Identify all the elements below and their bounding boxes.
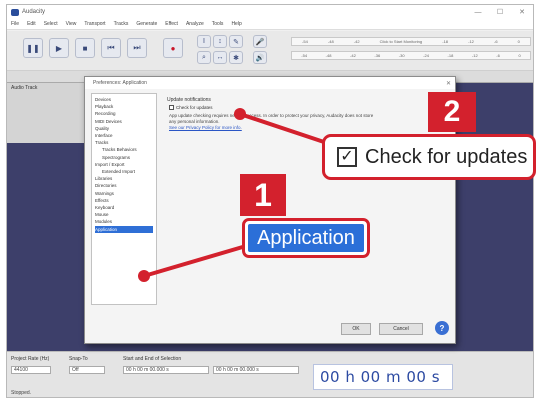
- zoomed-check-label: Check for updates: [365, 145, 528, 168]
- timeshift-tool-icon[interactable]: ↔: [213, 51, 227, 64]
- menu-bar: File Edit Select View Transport Tracks G…: [7, 19, 533, 30]
- tree-item-mouse[interactable]: Mouse: [95, 211, 153, 218]
- application-panel: Update notifications Check for updates A…: [163, 93, 451, 305]
- menu-edit[interactable]: Edit: [27, 21, 36, 27]
- privacy-description: App update checking requires network acc…: [169, 113, 379, 131]
- tree-item-spectrograms[interactable]: Spectrograms: [95, 154, 153, 161]
- selection-end-value: 00 h 00 m 00.000 s: [216, 367, 259, 373]
- menu-view[interactable]: View: [66, 21, 77, 27]
- tree-item-keyboard[interactable]: Keyboard: [95, 204, 153, 211]
- record-button[interactable]: ●: [163, 38, 183, 58]
- snap-to-value: Off: [72, 367, 79, 373]
- skip-start-button[interactable]: ⏮: [101, 38, 121, 58]
- update-notifications-group: Update notifications: [167, 97, 211, 103]
- tree-item-directories[interactable]: Directories: [95, 182, 153, 189]
- playback-meter[interactable]: -54 -48 -42 -36 -30 -24 -18 -12 -6 0: [291, 51, 531, 60]
- menu-file[interactable]: File: [11, 21, 19, 27]
- envelope-tool-icon[interactable]: ↕: [213, 35, 227, 48]
- tree-item-playback[interactable]: Playback: [95, 103, 153, 110]
- status-bar: Stopped.: [11, 390, 32, 396]
- menu-analyze[interactable]: Analyze: [186, 21, 204, 27]
- transport-toolbar: ❚❚ ▶ ■ ⏮ ⏭ ● I ↕ ✎ ⌕ ↔ ✱ 🎤 🔊 -54 -48 -42 Cl…: [7, 31, 533, 71]
- check-for-updates-label: Check for updates: [176, 105, 213, 110]
- record-meter[interactable]: -54 -48 -42 Click to Start Monitoring -18 -12…: [291, 37, 531, 46]
- audio-position-display[interactable]: 00 h 00 m 00 s: [313, 364, 453, 390]
- menu-tools[interactable]: Tools: [212, 21, 224, 27]
- tree-item-import-export[interactable]: Import / Export: [95, 161, 153, 168]
- project-rate-select[interactable]: 44100: [11, 366, 51, 374]
- title-bar: Audacity: [7, 5, 533, 19]
- privacy-text: App update checking requires network acc…: [169, 113, 374, 124]
- microphone-icon: 🎤: [253, 35, 267, 48]
- maximize-icon[interactable]: ☐: [489, 5, 511, 19]
- track-name: Audio Track: [11, 85, 38, 91]
- snap-to-select[interactable]: Off: [69, 366, 105, 374]
- play-button[interactable]: ▶: [49, 38, 69, 58]
- checkbox-icon[interactable]: [169, 105, 174, 110]
- speaker-icon: 🔊: [253, 51, 267, 64]
- checkmark-icon: ✓: [337, 147, 357, 167]
- zoom-tool-icon[interactable]: ⌕: [197, 51, 211, 64]
- selection-start-value: 00 h 00 m 00.000 s: [126, 367, 169, 373]
- zoomed-application-label: Application: [248, 224, 364, 252]
- menu-transport[interactable]: Transport: [84, 21, 105, 27]
- audio-position-value: 00 h 00 m 00 s: [320, 368, 441, 386]
- project-rate-label: Project Rate (Hz): [11, 356, 50, 362]
- check-for-updates-checkbox[interactable]: Check for updates: [169, 105, 213, 110]
- selection-toolbar: Project Rate (Hz) 44100 Snap-To Off Star…: [7, 351, 533, 397]
- zoomed-application-item: Application: [242, 218, 370, 258]
- tree-item-application[interactable]: Application: [95, 225, 153, 233]
- minimize-icon[interactable]: —: [467, 5, 489, 19]
- zoomed-check-for-updates: ✓ Check for updates: [322, 134, 536, 180]
- track-header[interactable]: Audio Track: [7, 83, 95, 143]
- tree-item-libraries[interactable]: Libraries: [95, 175, 153, 182]
- menu-generate[interactable]: Generate: [136, 21, 157, 27]
- tree-item-recording[interactable]: Recording: [95, 110, 153, 117]
- close-window-icon[interactable]: ✕: [511, 5, 533, 19]
- selection-label: Start and End of Selection: [123, 356, 182, 362]
- stop-button[interactable]: ■: [75, 38, 95, 58]
- window-title: Audacity: [22, 9, 46, 15]
- audacity-logo-icon: [11, 8, 19, 16]
- snap-to-label: Snap-To: [69, 356, 88, 362]
- draw-tool-icon[interactable]: ✎: [229, 35, 243, 48]
- tree-item-effects[interactable]: Effects: [95, 197, 153, 204]
- multi-tool-icon[interactable]: ✱: [229, 51, 243, 64]
- tree-item-tracks[interactable]: Tracks: [95, 139, 153, 146]
- menu-select[interactable]: Select: [44, 21, 58, 27]
- tree-item-extended-import[interactable]: Extended Import: [95, 168, 153, 175]
- step-badge-2: 2: [428, 92, 476, 132]
- selection-end-field[interactable]: 00 h 00 m 00.000 s: [213, 366, 299, 374]
- tree-item-tracks-behaviors[interactable]: Tracks Behaviors: [95, 146, 153, 153]
- meter-hint: Click to Start Monitoring: [379, 39, 423, 44]
- dialog-title: Preferences: Application: [85, 77, 455, 89]
- privacy-policy-link[interactable]: See our Privacy Policy for more info.: [169, 125, 242, 130]
- tree-item-interface[interactable]: Interface: [95, 132, 153, 139]
- preferences-category-tree[interactable]: Devices Playback Recording MIDI Devices Qual…: [91, 93, 157, 305]
- selection-start-field[interactable]: 00 h 00 m 00.000 s: [123, 366, 209, 374]
- step-badge-1: 1: [240, 174, 286, 216]
- skip-end-button[interactable]: ⏭: [127, 38, 147, 58]
- tree-item-quality[interactable]: Quality: [95, 125, 153, 132]
- selection-tool-icon[interactable]: I: [197, 35, 211, 48]
- tree-item-devices[interactable]: Devices: [95, 96, 153, 103]
- project-rate-value: 44100: [14, 367, 28, 373]
- tree-item-midi-devices[interactable]: MIDI Devices: [95, 118, 153, 125]
- help-icon[interactable]: ?: [435, 321, 449, 335]
- menu-tracks[interactable]: Tracks: [114, 21, 129, 27]
- ok-button[interactable]: OK: [341, 323, 371, 335]
- cancel-button[interactable]: Cancel: [379, 323, 423, 335]
- close-icon[interactable]: ✕: [446, 77, 451, 89]
- menu-help[interactable]: Help: [231, 21, 241, 27]
- tree-item-modules[interactable]: Modules: [95, 218, 153, 225]
- menu-effect[interactable]: Effect: [165, 21, 178, 27]
- tree-item-warnings[interactable]: Warnings: [95, 190, 153, 197]
- pause-button[interactable]: ❚❚: [23, 38, 43, 58]
